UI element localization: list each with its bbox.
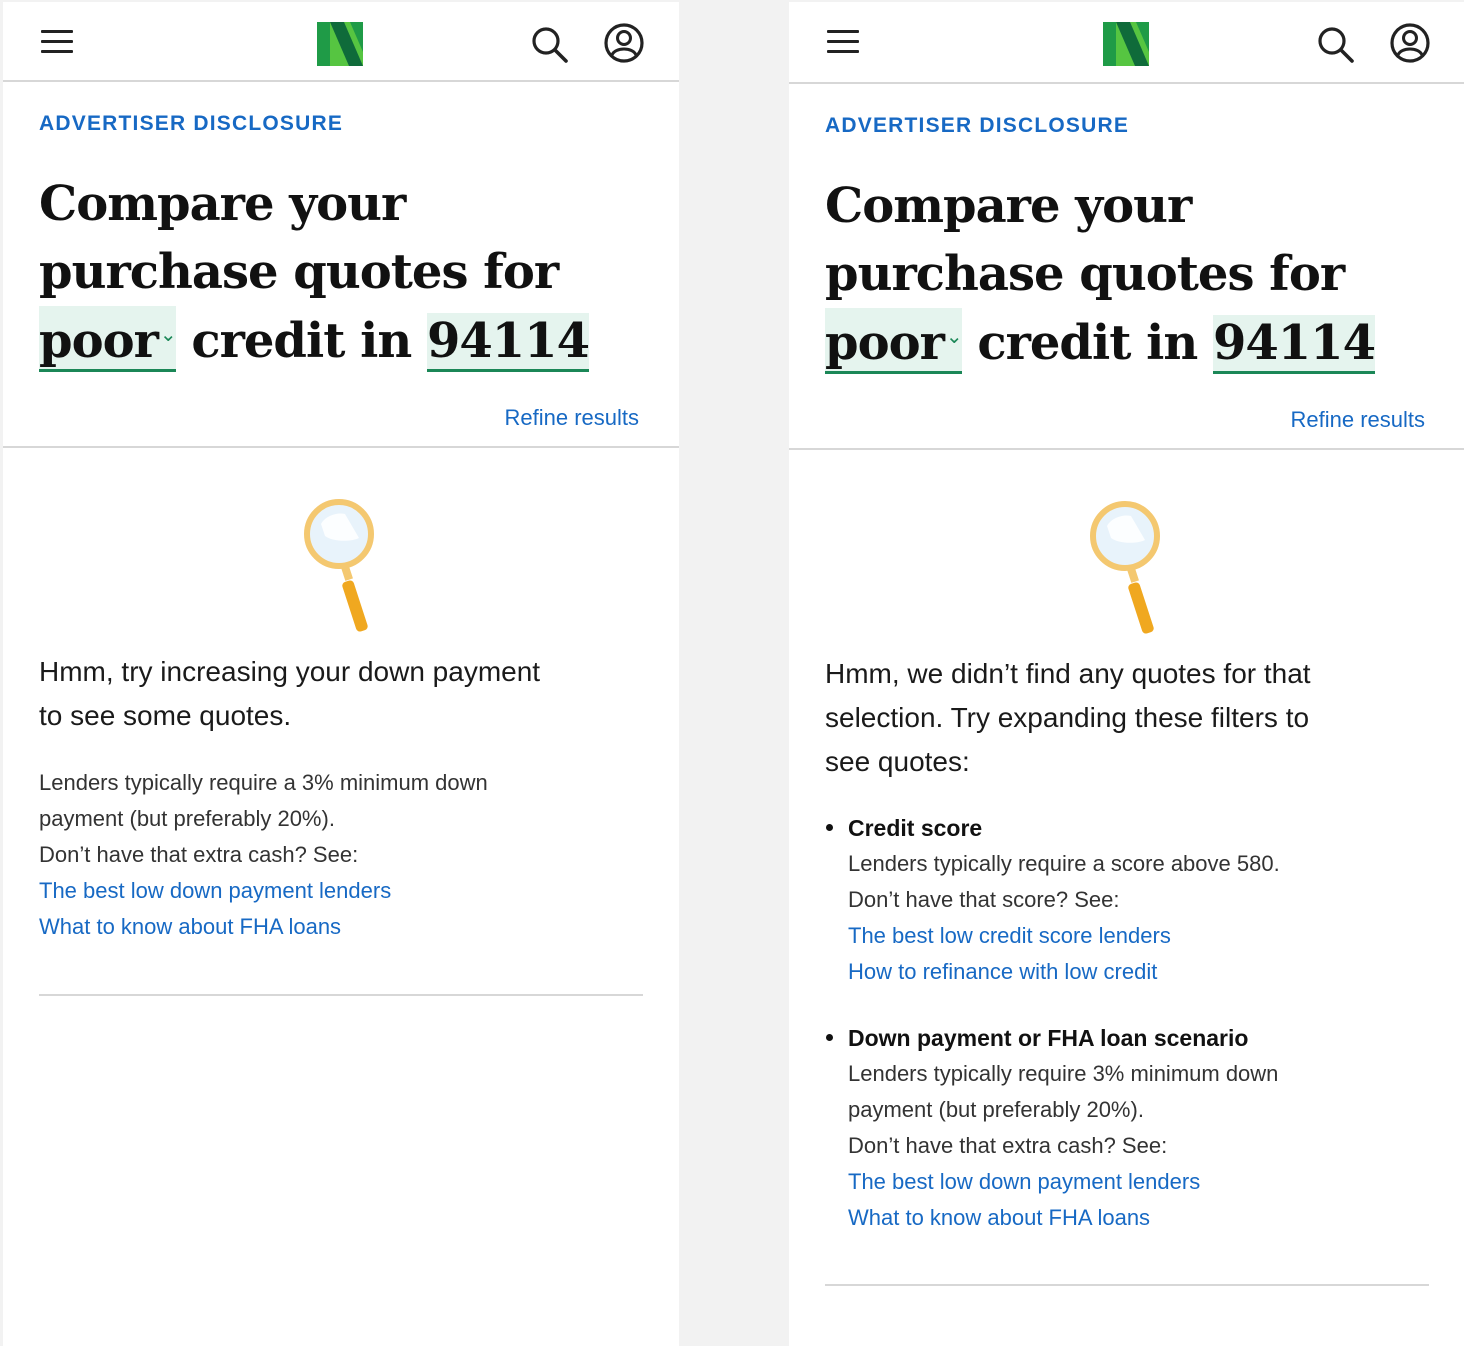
empty-state-title: Hmm, we didn’t find any quotes for that … (825, 652, 1425, 784)
title-text: credit in (191, 313, 412, 369)
left-screen: ADVERTISER DISCLOSURE Compare your purch… (3, 2, 679, 1346)
filter-item-credit-score: Credit score Lenders typically require a… (826, 810, 1448, 990)
empty-title-line: Hmm, we didn’t find any quotes for that (825, 658, 1311, 689)
chevron-down-icon: ⌄ (159, 322, 177, 346)
fha-loans-link[interactable]: What to know about FHA loans (848, 1200, 1448, 1236)
advertiser-disclosure-link[interactable]: ADVERTISER DISCLOSURE (39, 112, 343, 136)
empty-title-line: selection. Try expanding these filters t… (825, 702, 1310, 733)
body-line: payment (but preferably 20%). (39, 806, 335, 831)
fha-loans-link[interactable]: What to know about FHA loans (39, 909, 639, 945)
search-icon[interactable] (529, 24, 569, 64)
filter-body-line: payment (but preferably 20%). (848, 1097, 1144, 1122)
divider (3, 446, 679, 448)
zip-code-field[interactable]: 94114 (1212, 315, 1376, 374)
page-title: Compare your purchase quotes for poor ⌄ c… (39, 170, 659, 375)
magnifier-illustration-icon (1090, 501, 1160, 634)
credit-score-dropdown[interactable]: poor ⌄ (39, 306, 177, 372)
filter-item-down-payment: Down payment or FHA loan scenario Lender… (826, 1020, 1448, 1236)
low-credit-score-lenders-link[interactable]: The best low credit score lenders (848, 918, 1448, 954)
refine-results-link[interactable]: Refine results (504, 405, 639, 431)
divider (825, 1284, 1429, 1286)
zip-code-field[interactable]: 94114 (426, 313, 590, 372)
divider (39, 994, 643, 996)
filter-body-line: Lenders typically require 3% minimum dow… (848, 1061, 1279, 1086)
logo-icon[interactable] (1103, 22, 1149, 66)
logo-icon[interactable] (317, 22, 363, 66)
chevron-down-icon: ⌄ (945, 324, 963, 348)
credit-score-value: poor (825, 315, 945, 371)
title-line: Compare your (825, 178, 1192, 234)
advertiser-disclosure-link[interactable]: ADVERTISER DISCLOSURE (825, 114, 1129, 138)
empty-title-line: to see some quotes. (39, 700, 292, 731)
account-icon[interactable] (603, 22, 645, 64)
credit-score-value: poor (39, 313, 159, 369)
filter-title: Down payment or FHA loan scenario (826, 1020, 1448, 1056)
title-line: purchase quotes for (825, 246, 1345, 302)
low-down-payment-lenders-link[interactable]: The best low down payment lenders (848, 1164, 1448, 1200)
title-line: Compare your (39, 176, 406, 232)
refine-results-link[interactable]: Refine results (1290, 407, 1425, 433)
title-text: credit in (977, 315, 1198, 371)
refinance-low-credit-link[interactable]: How to refinance with low credit (848, 954, 1448, 990)
empty-title-line: see quotes: (825, 746, 970, 777)
hamburger-menu-icon[interactable] (827, 30, 859, 54)
filter-body-line: Don’t have that extra cash? See: (848, 1133, 1168, 1158)
account-icon[interactable] (1389, 22, 1431, 64)
empty-title-line: Hmm, try increasing your down payment (39, 656, 541, 687)
top-nav-bar (3, 2, 679, 82)
magnifier-illustration-icon (304, 499, 374, 632)
body-line: Lenders typically require a 3% minimum d… (39, 770, 488, 795)
filter-body-line: Lenders typically require a score above … (848, 851, 1280, 876)
hamburger-menu-icon[interactable] (41, 30, 73, 54)
filter-body-line: Don’t have that score? See: (848, 887, 1120, 912)
search-icon[interactable] (1315, 24, 1355, 64)
right-screen: ADVERTISER DISCLOSURE Compare your purch… (789, 2, 1464, 1346)
title-line: purchase quotes for (39, 244, 559, 300)
divider (789, 448, 1464, 450)
empty-state-body: Lenders typically require a 3% minimum d… (39, 765, 639, 945)
filter-title: Credit score (826, 810, 1448, 846)
page-title: Compare your purchase quotes for poor ⌄ c… (825, 172, 1445, 377)
body-line: Don’t have that extra cash? See: (39, 842, 359, 867)
credit-score-dropdown[interactable]: poor ⌄ (825, 308, 963, 374)
low-down-payment-lenders-link[interactable]: The best low down payment lenders (39, 873, 639, 909)
empty-state-title: Hmm, try increasing your down payment to… (39, 650, 639, 738)
top-nav-bar (789, 2, 1464, 84)
